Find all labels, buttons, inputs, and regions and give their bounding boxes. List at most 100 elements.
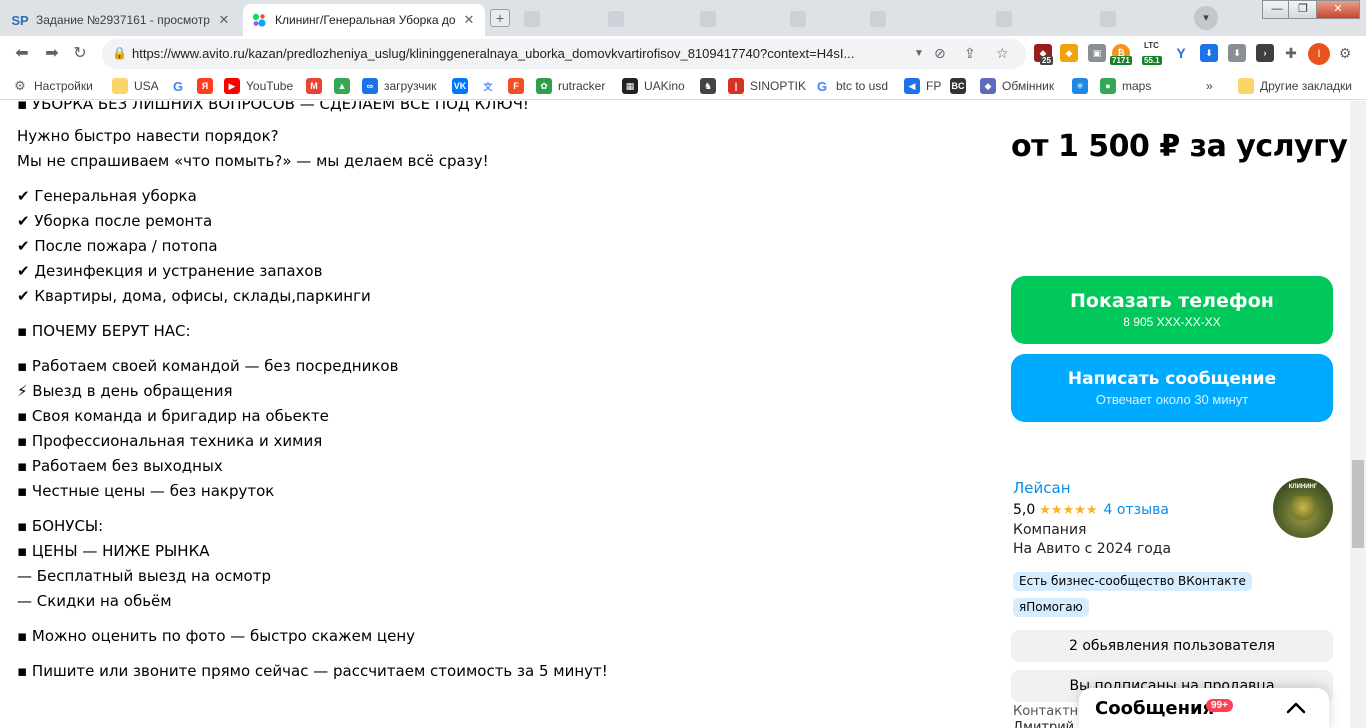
bookmark-f[interactable]: F <box>508 77 530 95</box>
translate-icon: 文 <box>483 81 493 92</box>
address-bar[interactable]: 🔒 https://www.avito.ru/kazan/predlozheni… <box>102 39 1026 69</box>
seller-avatar[interactable]: КЛИНИНГ <box>1273 478 1333 538</box>
extension-arrow-icon[interactable]: › <box>1256 44 1274 62</box>
browser-tab-avito[interactable]: Клининг/Генеральная Уборка до ✕ <box>243 4 485 36</box>
extension-shield2-icon[interactable]: ◆ <box>1060 44 1078 62</box>
bookmark-rutracker[interactable]: ✿ rutracker <box>536 77 605 95</box>
seller-name-link[interactable]: Лейсан <box>1013 479 1071 497</box>
inactive-tab[interactable] <box>700 8 722 30</box>
show-phone-label: Показать телефон <box>1070 290 1274 312</box>
folder-icon <box>112 78 128 94</box>
extensions-puzzle-icon[interactable]: ✚ <box>1282 44 1300 62</box>
bookmark-vk[interactable]: VK <box>452 77 474 95</box>
bookmark-btc-to-usd[interactable]: Gbtc to usd <box>814 77 888 95</box>
bookmark-label: rutracker <box>558 79 606 93</box>
dropdown-icon[interactable]: ▼ <box>914 48 924 59</box>
bookmark-drive[interactable]: ▲ <box>334 77 356 95</box>
close-tab-icon[interactable]: ✕ <box>461 12 477 28</box>
write-message-label: Написать сообщение <box>1067 369 1277 389</box>
bookmark-gmail[interactable]: M <box>306 77 328 95</box>
tab-title: Клининг/Генеральная Уборка до <box>275 13 455 27</box>
bookmark-обмінник[interactable]: ◆ Обмінник <box>980 77 1054 95</box>
write-message-button[interactable]: Написать сообщение Отвечает около 30 мин… <box>1011 354 1333 422</box>
bookmark-uakino[interactable]: ▦ UAKino <box>622 77 685 95</box>
close-window-button[interactable]: ✕ <box>1316 0 1360 19</box>
bookmark-fp[interactable]: ◀ FP <box>904 77 941 95</box>
vk-community-badge[interactable]: Есть бизнес-сообщество ВКонтакте <box>1013 572 1252 591</box>
description-line: ✔ Квартиры, дома, офисы, склады,паркинги <box>17 287 371 305</box>
bookmark-загрузчик[interactable]: ∞ загрузчик <box>362 77 436 95</box>
snowflake-icon: ✳ <box>1072 78 1088 94</box>
messages-panel[interactable]: Сообщения 99+ <box>1079 688 1329 728</box>
other-bookmarks-label: Другие закладки <box>1260 79 1352 93</box>
scrollbar-thumb[interactable] <box>1352 460 1364 548</box>
gmail-icon: M <box>306 78 322 94</box>
extension-y-icon[interactable]: Y <box>1172 44 1190 62</box>
description-line: ⚡ Выезд в день обращения <box>17 382 233 400</box>
close-tab-icon[interactable]: ✕ <box>216 12 232 28</box>
settings-gear-icon[interactable]: ⚙ <box>1336 44 1354 62</box>
exchange-icon: ◆ <box>980 78 996 94</box>
bookmark-chess[interactable]: ♞ <box>700 77 722 95</box>
bookmark-sinoptik[interactable]: | SINOPTIK <box>728 77 806 95</box>
bookmark-star-icon[interactable]: ☆ <box>996 45 1009 62</box>
bookmark-label: UAKino <box>644 79 685 93</box>
page-scrollbar[interactable] <box>1350 101 1366 728</box>
description-line: ▪ Работаем без выходных <box>17 457 223 475</box>
extension-download2-icon[interactable]: ⬇ <box>1228 44 1246 62</box>
seller-rating: 5,0 ★★★★★ 4 отзыва <box>1013 502 1169 518</box>
forward-arrow-icon[interactable]: ➡ <box>40 42 64 66</box>
vk-icon: VK <box>452 78 468 94</box>
other-bookmarks[interactable]: Другие закладки <box>1238 77 1352 95</box>
inactive-tab[interactable] <box>524 8 546 30</box>
bookmark-usa[interactable]: USA <box>112 77 159 95</box>
bookmark-настройки[interactable]: ⚙ Настройки <box>12 77 93 95</box>
description-line: ▪ Можно оценить по фото — быстро скажем … <box>17 627 416 645</box>
inactive-tab[interactable] <box>870 8 892 30</box>
new-tab-button[interactable]: + <box>490 9 510 27</box>
share-icon[interactable]: ⇪ <box>964 45 976 62</box>
chevron-up-icon[interactable] <box>1284 698 1308 718</box>
chess-icon: ♞ <box>700 78 716 94</box>
reload-icon[interactable]: ↻ <box>68 42 92 66</box>
bookmarks-bar: » Другие закладки ⚙ Настройки USA G Я ▶ YouTub… <box>0 72 1366 100</box>
description-line: ▪ Работаем своей командой — без посредни… <box>17 357 399 375</box>
inactive-tab[interactable] <box>1100 8 1122 30</box>
maps-icon: ● <box>1100 78 1116 94</box>
bookmark-label: USA <box>134 79 159 93</box>
bookmarks-more-icon[interactable]: » <box>1206 77 1213 95</box>
description-line: ▪ ЦЕНЫ — НИЖЕ РЫНКА <box>17 542 210 560</box>
bookmark-yandex[interactable]: Я <box>197 77 219 95</box>
bookmark-label: Настройки <box>34 79 93 93</box>
seller-since: На Авито с 2024 года <box>1013 541 1172 557</box>
url-text[interactable]: https://www.avito.ru/kazan/predlozheniya… <box>132 46 912 61</box>
inactive-tab[interactable] <box>790 8 812 30</box>
browser-tab-task[interactable]: SP Задание №2937161 - просмотр за ✕ <box>4 4 240 36</box>
extension-briefcase-icon[interactable]: ▣ <box>1088 44 1106 62</box>
description-line: — Бесплатный выезд на осмотр <box>17 567 271 585</box>
inactive-tab[interactable] <box>996 8 1018 30</box>
back-arrow-icon[interactable]: ⬅ <box>10 42 34 66</box>
bookmark-snowflake[interactable]: ✳ <box>1072 77 1094 95</box>
bookmark-maps[interactable]: ● maps <box>1100 77 1151 95</box>
inactive-tab[interactable] <box>608 8 630 30</box>
youtube-icon: ▶ <box>224 78 240 94</box>
user-listings-button[interactable]: 2 обьявления пользователя <box>1011 630 1333 662</box>
tab-title: Задание №2937161 - просмотр за <box>36 13 210 27</box>
profile-avatar[interactable]: I <box>1308 43 1330 65</box>
reviews-link[interactable]: 4 отзыва <box>1104 502 1169 518</box>
bookmark-youtube[interactable]: ▶ YouTube <box>224 77 293 95</box>
ya-pomogayu-badge[interactable]: яПомогаю <box>1013 598 1089 617</box>
bookmark-bc[interactable]: BC <box>950 77 972 95</box>
bookmark-google[interactable]: G <box>170 77 192 95</box>
blocked-popup-icon[interactable]: ⊘ <box>934 45 946 62</box>
lock-icon[interactable]: 🔒 <box>112 46 127 60</box>
ltc-label: LTC <box>1144 41 1159 50</box>
maximize-window-button[interactable]: ❐ <box>1288 0 1318 19</box>
bookmark-translate[interactable]: 文 <box>480 77 502 95</box>
tab-search-icon[interactable]: ▾ <box>1194 6 1218 30</box>
description-line: ▪ ПОЧЕМУ БЕРУТ НАС: <box>17 322 191 340</box>
drive-icon: ▲ <box>334 78 350 94</box>
show-phone-button[interactable]: Показать телефон 8 905 XXX-XX-XX <box>1011 276 1333 344</box>
download-icon[interactable]: ⬇ <box>1200 44 1218 62</box>
